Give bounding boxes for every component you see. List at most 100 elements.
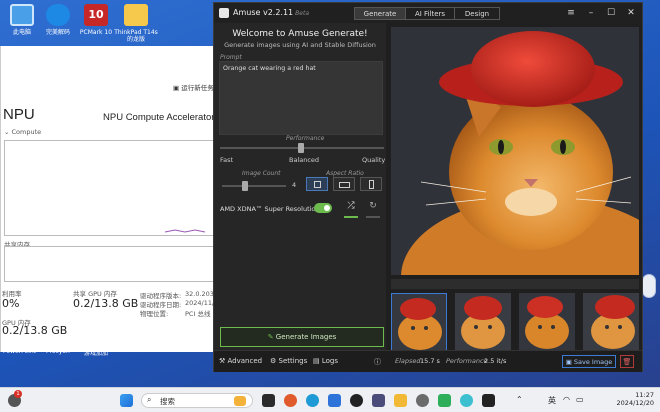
save-image-button[interactable]: ▣ Save Image <box>562 355 616 368</box>
orange-cat-image <box>391 27 639 275</box>
shuffle-indicator <box>344 216 358 218</box>
wifi-icon[interactable]: ◠ <box>563 395 570 404</box>
desktop-label-procyon[interactable]: Procyon <box>46 348 70 355</box>
prompt-input[interactable]: Orange cat wearing a red hat <box>219 61 383 135</box>
settings-icon: ⚙ <box>270 357 279 365</box>
browser-icon[interactable] <box>284 394 297 407</box>
taskbar: 1 ⌕ 搜索 ⌃ 英 ◠ ▭ 11:27 2024/12/20 <box>0 387 660 412</box>
perf-balanced-label: Balanced <box>289 156 320 164</box>
amuse-logo-icon <box>219 8 229 18</box>
tm-title: NPU <box>3 106 35 123</box>
pcmark-icon: 10 <box>84 4 108 26</box>
info-icon[interactable]: ⓘ <box>374 357 381 367</box>
store-icon[interactable] <box>372 394 385 407</box>
performance-stat-value: 2.5 it/s <box>484 357 507 365</box>
run-new-task-button[interactable]: ▣ 运行新任务 <box>173 82 214 92</box>
logs-icon: ▤ <box>313 357 322 365</box>
floating-widget[interactable] <box>642 274 656 298</box>
app-green-icon[interactable] <box>438 394 451 407</box>
thumbnail-1[interactable] <box>391 293 447 351</box>
file-explorer-icon[interactable] <box>394 394 407 407</box>
compute-graph <box>4 140 223 236</box>
shuffle-icon[interactable]: ⤮ <box>344 201 358 213</box>
aspect-ratio-label: Aspect Ratio <box>326 170 364 177</box>
tm-device-name: NPU Compute Accelerator D <box>103 112 223 123</box>
clock[interactable]: 11:27 2024/12/20 <box>617 391 654 407</box>
elapsed-value: 15.7 s <box>420 357 440 365</box>
desktop-icon-thinkpad[interactable]: ThinkPad T14s的龙版 <box>114 4 158 43</box>
player-icon <box>46 4 70 26</box>
generated-image-main[interactable] <box>391 27 639 275</box>
settings-button[interactable]: ⚙ Settings <box>270 357 307 365</box>
welcome-title: Welcome to Amuse Generate! <box>232 29 368 39</box>
maximize-icon[interactable]: ☐ <box>604 7 618 20</box>
location-label: 物理位置: <box>140 310 169 318</box>
tab-ai-filters[interactable]: AI Filters <box>405 7 455 20</box>
gpu-mem-value: 0.2/13.8 GB <box>2 324 68 337</box>
tab-design[interactable]: Design <box>454 7 500 20</box>
app-dark-icon[interactable] <box>350 394 363 407</box>
thumbnail-2[interactable] <box>455 293 511 351</box>
close-icon[interactable]: ✕ <box>624 7 638 20</box>
thumbnail-strip-header <box>391 279 639 289</box>
tab-generate[interactable]: Generate <box>354 7 406 20</box>
settings-gear-icon[interactable] <box>416 394 429 407</box>
location-value: PCI 总线 1 <box>185 310 217 318</box>
notification-avatar-icon[interactable]: 1 <box>8 390 22 407</box>
thumbnail-cat-image <box>519 293 575 351</box>
menu-icon[interactable]: ≡ <box>564 7 578 20</box>
image-count-slider-thumb[interactable] <box>242 181 248 191</box>
amuse-taskbar-icon[interactable] <box>482 394 495 407</box>
edge-icon[interactable] <box>306 394 319 407</box>
super-resolution-toggle[interactable] <box>314 203 332 213</box>
magic-wand-icon: ✎ <box>267 333 276 341</box>
monitor-icon <box>10 4 34 26</box>
desktop-icon-pcmark[interactable]: 10 PCMark 10 <box>74 4 118 36</box>
window-title: Amuse v2.2.11 Beta <box>233 8 309 17</box>
advanced-icon: ⚒ <box>219 357 228 365</box>
refresh-icon[interactable]: ↻ <box>366 201 380 213</box>
ime-indicator[interactable]: 英 <box>548 395 556 406</box>
desktop-icon-label: PCMark 10 <box>79 29 113 36</box>
image-count-slider-track[interactable] <box>222 185 286 187</box>
desktop-icon-label: 此电脑 <box>12 29 31 36</box>
thumbnail-4[interactable] <box>583 293 639 351</box>
amuse-window: Amuse v2.2.11 Beta Generate AI Filters De… <box>213 2 643 372</box>
delete-icon[interactable]: 🗑 <box>620 355 634 368</box>
search-box[interactable]: ⌕ 搜索 <box>141 393 253 408</box>
title-bar[interactable]: Amuse v2.2.11 Beta Generate AI Filters De… <box>214 3 642 23</box>
prompt-label: Prompt <box>220 54 242 61</box>
desktop-label-powerpoint[interactable]: PowerPoint <box>3 348 36 355</box>
performance-slider-thumb[interactable] <box>298 143 304 153</box>
perf-quality-label: Quality <box>362 156 386 164</box>
app-blue-icon[interactable] <box>328 394 341 407</box>
shared-memory-graph <box>4 246 223 282</box>
thumbnail-cat-image <box>392 294 446 350</box>
shared-gpu-mem-value: 0.2/13.8 GB <box>73 297 139 310</box>
search-icon: ⌕ <box>147 395 152 404</box>
aspect-square-button[interactable] <box>306 177 328 191</box>
app-cyan-icon[interactable] <box>460 394 473 407</box>
notification-badge: 1 <box>14 390 22 398</box>
battery-icon[interactable]: ▭ <box>576 395 584 404</box>
aspect-portrait-button[interactable] <box>360 177 382 191</box>
minimize-icon[interactable]: – <box>584 7 598 20</box>
generate-images-button[interactable]: ✎ Generate Images <box>220 327 384 347</box>
task-manager-window: ▣ 运行新任务 NPU NPU Compute Accelerator D ⌄ … <box>0 46 223 352</box>
logs-button[interactable]: ▤ Logs <box>313 357 338 365</box>
perf-fast-label: Fast <box>220 156 234 164</box>
search-highlight-icon <box>234 396 246 406</box>
start-icon[interactable] <box>120 394 133 407</box>
super-resolution-label: AMD XDNA™ Super Resolution <box>220 205 320 213</box>
tray-chevron-icon[interactable]: ⌃ <box>516 395 523 404</box>
elapsed-label: Elapsed <box>395 357 421 365</box>
advanced-button[interactable]: ⚒ Advanced <box>219 357 262 365</box>
task-view-icon[interactable] <box>262 394 275 407</box>
driver-date-value: 2024/11/ <box>185 299 215 307</box>
save-icon: ▣ <box>565 358 574 366</box>
thumbnail-3[interactable] <box>519 293 575 351</box>
thumbnail-cat-image <box>455 293 511 351</box>
aspect-landscape-button[interactable] <box>333 177 355 191</box>
desktop-label-game[interactable]: 游戏加加 <box>84 348 108 357</box>
folder-icon <box>124 4 148 26</box>
